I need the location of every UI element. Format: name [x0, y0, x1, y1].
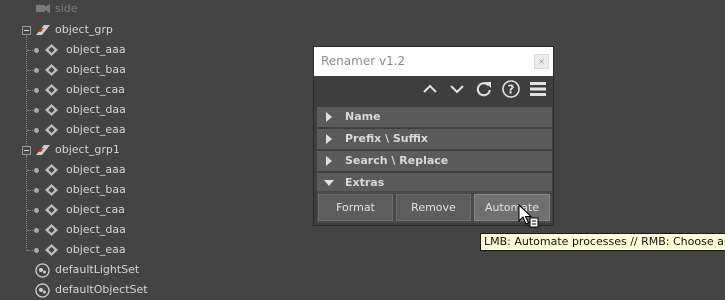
collapse-toggle[interactable] [22, 146, 31, 155]
outliner-row-object[interactable]: object_daa [0, 220, 300, 240]
section-extras[interactable]: Extras [317, 173, 552, 193]
extras-panel: Format Remove Automate [317, 191, 552, 223]
move-up-icon[interactable] [420, 79, 440, 99]
outliner-row-set[interactable]: defaultLightSet [0, 260, 300, 280]
renamer-window: Renamer v1.2 × ? Name Prefix \ Suffix Se… [313, 46, 554, 226]
section-label: Prefix \ Suffix [345, 132, 428, 145]
tree-node-dot [34, 128, 39, 133]
remove-button[interactable]: Remove [396, 194, 471, 221]
locator-icon [45, 84, 58, 96]
outliner-row-set[interactable]: defaultObjectSet [0, 280, 300, 300]
outliner-label: object_eaa [66, 123, 126, 136]
section-name[interactable]: Name [317, 107, 552, 127]
outliner-label: object_baa [66, 183, 126, 196]
tree-node-dot [34, 68, 39, 73]
outliner-label: object_baa [66, 63, 126, 76]
outliner-label: object_eaa [66, 243, 126, 256]
locator-icon [45, 124, 58, 136]
outliner-label: object_daa [66, 103, 126, 116]
set-icon [35, 263, 50, 278]
tree-node-dot [34, 108, 39, 113]
tree-node-dot [34, 228, 39, 233]
outliner-label: defaultLightSet [55, 263, 140, 276]
tree-node-dot [34, 208, 39, 213]
tree-node-dot [34, 88, 39, 93]
refresh-icon[interactable] [474, 79, 494, 99]
collapse-toggle[interactable] [22, 26, 31, 35]
locator-icon [45, 104, 58, 116]
outliner-label: object_aaa [66, 43, 126, 56]
svg-text:?: ? [508, 83, 515, 97]
collapse-arrow-icon [324, 180, 334, 186]
tree-node-dot [34, 48, 39, 53]
locator-icon [45, 224, 58, 236]
group-icon [36, 25, 50, 35]
set-icon [35, 283, 50, 298]
expand-arrow-icon [326, 156, 332, 166]
section-label: Name [345, 110, 381, 123]
expand-arrow-icon [326, 134, 332, 144]
outliner-label: object_aaa [66, 163, 126, 176]
locator-icon [45, 184, 58, 196]
outliner-row-side[interactable]: side [0, 0, 300, 19]
locator-icon [45, 64, 58, 76]
expand-arrow-icon [326, 112, 332, 122]
section-label: Extras [345, 176, 385, 189]
outliner-label: object_caa [66, 83, 125, 96]
outliner-row-object[interactable]: object_aaa [0, 160, 300, 180]
section-label: Search \ Replace [345, 154, 449, 167]
outliner-row-object[interactable]: object_eaa [0, 120, 300, 140]
outliner-row-object[interactable]: object_daa [0, 100, 300, 120]
outliner-label: object_daa [66, 223, 126, 236]
section-prefix-suffix[interactable]: Prefix \ Suffix [317, 129, 552, 149]
locator-icon [45, 44, 58, 56]
tree-node-dot [34, 188, 39, 193]
menu-icon[interactable] [528, 79, 548, 99]
locator-icon [45, 164, 58, 176]
outliner-panel: side object_grp object_aaa object_baa ob… [0, 0, 310, 300]
outliner-label: object_grp [55, 23, 113, 36]
outliner-row-object[interactable]: object_caa [0, 80, 300, 100]
format-button[interactable]: Format [318, 194, 393, 221]
outliner-row-object[interactable]: object_aaa [0, 40, 300, 60]
section-search-replace[interactable]: Search \ Replace [317, 151, 552, 171]
camera-icon [36, 4, 50, 13]
mouse-cursor-icon [518, 204, 539, 228]
outliner-row-group[interactable]: object_grp [0, 20, 300, 40]
outliner-label: object_grp1 [55, 143, 120, 156]
close-button[interactable]: × [534, 54, 549, 69]
renamer-toolbar: ? [314, 77, 553, 105]
window-title: Renamer v1.2 [321, 54, 406, 68]
outliner-row-group[interactable]: object_grp1 [0, 140, 300, 160]
tree-node-dot [34, 248, 39, 253]
outliner-row-object[interactable]: object_eaa [0, 240, 300, 260]
outliner-row-object[interactable]: object_baa [0, 60, 300, 80]
outliner-label: defaultObjectSet [55, 283, 148, 296]
group-icon [36, 145, 50, 155]
window-titlebar[interactable]: Renamer v1.2 × [314, 47, 553, 76]
locator-icon [45, 204, 58, 216]
help-icon[interactable]: ? [501, 79, 521, 99]
move-down-icon[interactable] [447, 79, 467, 99]
outliner-row-object[interactable]: object_baa [0, 180, 300, 200]
tree-node-dot [34, 168, 39, 173]
outliner-label: object_caa [66, 203, 125, 216]
outliner-label: side [55, 2, 78, 15]
outliner-row-object[interactable]: object_caa [0, 200, 300, 220]
locator-icon [45, 244, 58, 256]
tooltip: LMB: Automate processes // RMB: Choose a… [480, 233, 725, 251]
